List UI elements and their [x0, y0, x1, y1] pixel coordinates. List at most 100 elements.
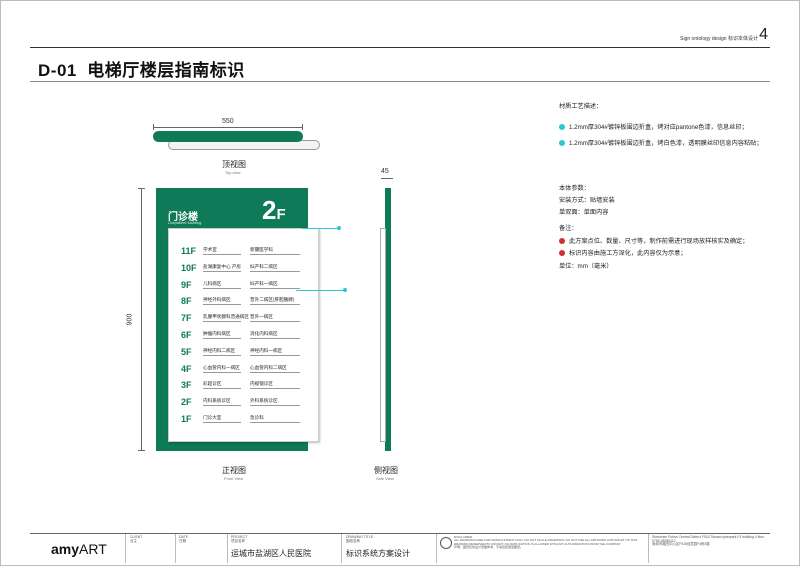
department-right: 消化内科病区 — [250, 331, 278, 336]
floor-number: 10F — [181, 262, 197, 273]
material-title: 材质工艺描述： — [559, 103, 603, 110]
side-view-caption: 侧视图 — [374, 466, 398, 475]
front-height-label: 900 — [126, 313, 134, 326]
department-right: 神经内科一病区 — [250, 347, 283, 353]
top-dimension-line — [153, 127, 303, 128]
floor-row: 8F 神经外科病区 普外二病区(肝胆胰脾) — [169, 293, 304, 309]
floor-row: 4F 心血管内科一病区 心血管内科二病区 — [169, 361, 304, 377]
title-block-separator — [227, 534, 228, 563]
company-address: Shenzhen Futian Central District F518 Ti… — [652, 535, 765, 547]
floor-row: 9F 儿科病区 妇产科一病区 — [169, 277, 304, 293]
floor-row: 6F 肿瘤内科病区 消化内科病区 — [169, 327, 304, 343]
department-left: 彩超诊区 — [203, 381, 222, 387]
floor-number: 3F — [181, 380, 192, 391]
underline — [250, 254, 300, 255]
header-rule — [30, 47, 770, 48]
params-title: 本体参数： — [559, 185, 590, 192]
depth-dimension-line — [381, 178, 393, 179]
floor-row: 7F 乳腺甲状腺科普通病区 普外一病区 — [169, 310, 304, 326]
remark-item-2: 标识内容由施工方深化，此内容仅为示意； — [559, 250, 687, 257]
title-block-separator — [341, 534, 342, 563]
department-left: 盐湖康复中心 产房 — [203, 263, 242, 269]
sheet-number: 4 — [759, 26, 768, 43]
height-dimension-tick-bottom — [138, 450, 145, 451]
floor-row: 5F 神经内科二病区 神经内科一病区 — [169, 344, 304, 360]
front-view-caption: 正视图 — [222, 466, 246, 475]
title-block-separator — [648, 534, 649, 563]
remark-item-1: 此方案点位、数量、尺寸等，制作前需进行现场放样核实及确定； — [559, 238, 748, 245]
department-right: 急诊科 — [250, 415, 264, 420]
underline — [250, 270, 300, 272]
unit-note: 单位：mm（毫米） — [559, 263, 613, 270]
underline — [250, 388, 300, 390]
material-item-1: 1.2mm厚304#镀锌板围边折盒，烤对应pantone色漆，信息丝印； — [559, 124, 748, 131]
floor-directory-card: 11F 学术室 新疆医学科 10F 盐湖康复中心 产房 妇产科二病区 9F 儿科病区 妇产科一病… — [168, 228, 319, 442]
floor-number: 11F — [181, 246, 197, 256]
floor-row: 11F 学术室 新疆医学科 — [169, 243, 304, 259]
top-view-caption: 顶视图 — [222, 160, 246, 169]
underline — [250, 405, 300, 407]
side-view-card — [380, 228, 386, 442]
department-right: 妇产科二病区 — [250, 263, 278, 269]
cyan-bullet-icon — [559, 124, 565, 130]
page-title: D-01 电梯厅楼层指南标识 — [38, 61, 245, 80]
underline — [203, 254, 241, 255]
floor-row: 3F 彩超诊区 内窥镜诊区 — [169, 377, 304, 393]
department-right: 外科系统诊区 — [250, 398, 278, 404]
floor-number: 9F — [181, 279, 192, 290]
underline — [203, 338, 241, 339]
company-seal-icon — [440, 537, 452, 549]
underline — [250, 422, 300, 423]
top-width-label: 550 — [222, 118, 234, 125]
project-name: 运城市盐湖区人民医院 — [231, 549, 311, 558]
install-method: 安装方式：贴墙安装 — [559, 197, 615, 204]
current-floor: 2F — [262, 195, 286, 225]
top-dimension-tick-left — [153, 124, 154, 130]
floor-row: 10F 盐湖康复中心 产房 妇产科二病区 — [169, 260, 304, 276]
department-left: 学术室 — [203, 247, 217, 252]
top-view-bar — [153, 131, 303, 142]
height-dimension-line — [141, 188, 142, 451]
department-left: 门诊大室 — [203, 415, 222, 420]
red-bullet-icon — [559, 238, 565, 244]
client-label: CLIENT 业主 — [130, 535, 143, 543]
side-view-caption-en: Side View — [376, 476, 394, 481]
floor-number: 1F — [181, 414, 192, 424]
floor-number: 4F — [181, 363, 192, 374]
underline — [250, 338, 300, 339]
cyan-bullet-icon — [559, 140, 565, 146]
side-depth-label: 45 — [381, 168, 389, 175]
underline — [250, 371, 300, 373]
department-right: 心血管内科二病区 — [250, 364, 287, 370]
underline — [203, 321, 241, 323]
department-left: 神经内科二病区 — [203, 347, 236, 353]
underline — [203, 304, 241, 306]
red-bullet-icon — [559, 250, 565, 256]
building-name-en: Outpatient building — [168, 220, 202, 225]
underline — [203, 388, 241, 390]
drawing-frame — [0, 0, 800, 566]
title-block-separator — [436, 534, 437, 563]
leader-line-2 — [296, 290, 344, 291]
underline — [250, 287, 300, 289]
leader-line-1 — [302, 228, 338, 229]
underline — [203, 371, 241, 373]
department-left: 乳腺甲状腺科普通病区 — [203, 314, 249, 320]
floor-row: 1F 门诊大室 急诊科 — [169, 411, 304, 427]
department-right: 普外一病区 — [250, 314, 273, 320]
front-view-caption-en: Front View — [224, 476, 244, 481]
underline — [203, 270, 241, 272]
surface-type: 单双面：单面内容 — [559, 209, 609, 216]
department-right: 普外二病区(肝胆胰脾) — [250, 297, 295, 303]
floor-number: 6F — [181, 330, 192, 340]
material-item-2: 1.2mm厚304#镀锌板围边折盒，烤白色漆，透明膜丝印信息内容粘贴； — [559, 140, 763, 147]
department-left: 心血管内科一病区 — [203, 364, 240, 370]
height-dimension-tick-top — [138, 188, 145, 189]
floor-number: 5F — [181, 346, 192, 357]
floor-number: 2F — [181, 397, 192, 408]
header-caption: Sign ontology design 标识本体设计 — [680, 36, 758, 42]
remark-title: 备注： — [559, 225, 578, 232]
date-label: DATE 日期 — [179, 535, 189, 543]
underline — [203, 287, 241, 289]
title-block-separator — [175, 534, 176, 563]
